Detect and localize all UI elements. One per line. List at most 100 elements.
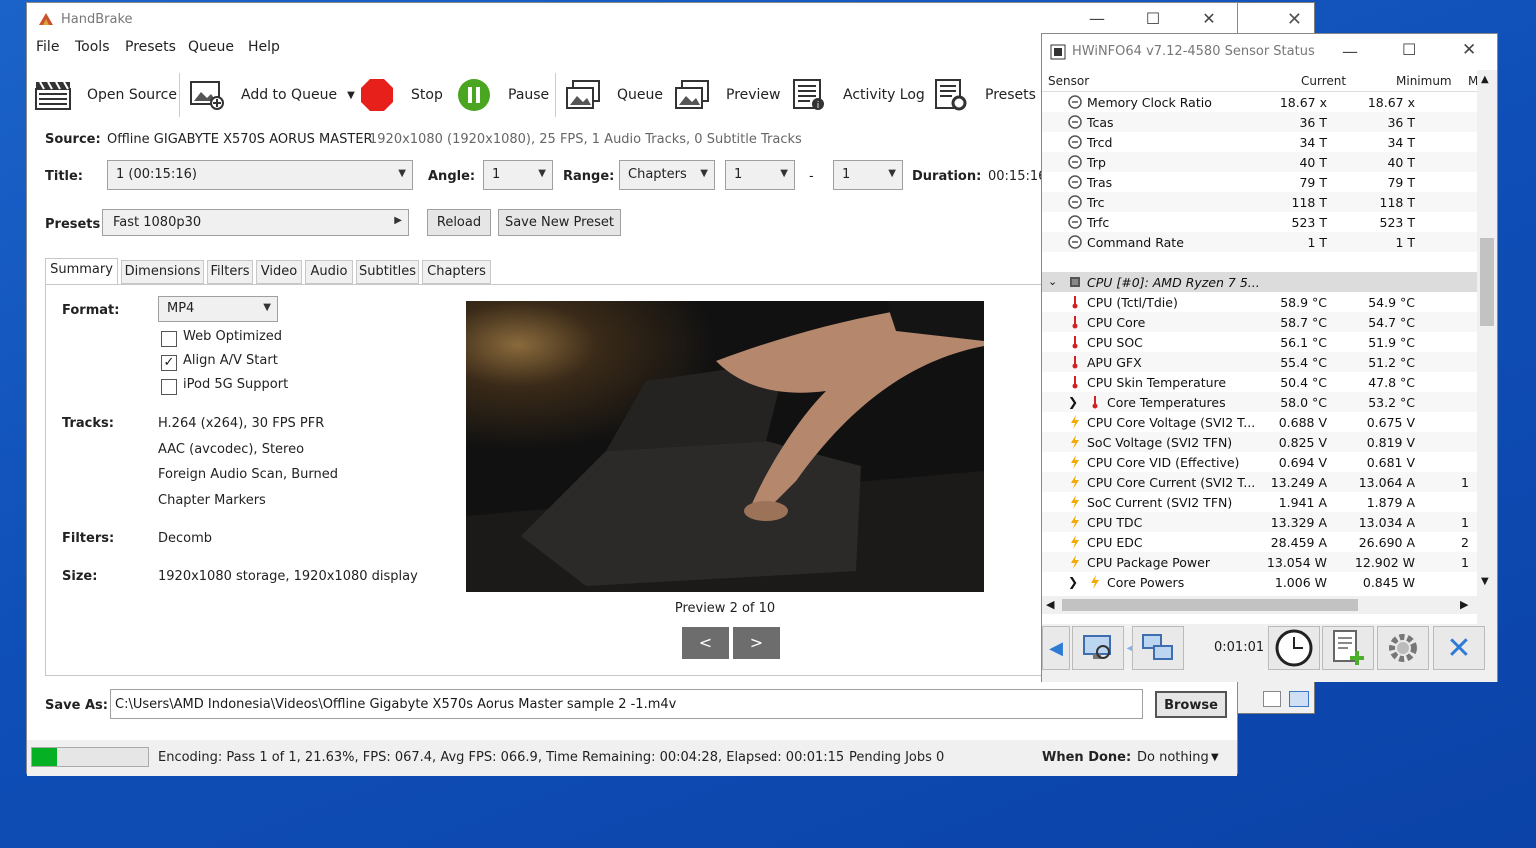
browse-button[interactable]: Browse <box>1155 691 1227 718</box>
sensor-row[interactable]: CPU Skin Temperature 50.4 °C 47.8 °C <box>1042 372 1477 392</box>
tab-audio[interactable]: Audio <box>305 260 353 284</box>
sensor-row[interactable]: Trc 118 T 118 T <box>1042 192 1477 212</box>
queue-button[interactable]: Queue <box>565 67 663 123</box>
sensor-row[interactable]: CPU EDC 28.459 A 26.690 A 2 <box>1042 532 1477 552</box>
reload-button[interactable]: Reload <box>427 209 491 236</box>
sensor-monitor-button[interactable] <box>1072 626 1124 670</box>
scroll-down-icon[interactable]: ▼ <box>1481 576 1489 587</box>
tab-video[interactable]: Video <box>256 260 302 284</box>
sensor-row[interactable]: Trcd 34 T 34 T <box>1042 132 1477 152</box>
sensor-row[interactable]: CPU Core VID (Effective) 0.694 V 0.681 V <box>1042 452 1477 472</box>
maximize-icon[interactable]: ☐ <box>1133 9 1173 28</box>
format-select[interactable]: MP4 ▼ <box>158 296 278 322</box>
menu-tools[interactable]: Tools <box>75 39 110 55</box>
clock-button[interactable] <box>1268 626 1320 670</box>
title-select[interactable]: 1 (00:15:16) ▼ <box>107 160 413 190</box>
align-av-checkbox[interactable]: ✓ <box>161 355 177 371</box>
minimize-icon[interactable]: — <box>1342 42 1358 61</box>
vertical-scrollbar[interactable]: ▲ ▼ <box>1477 70 1497 626</box>
status-bar: Encoding: Pass 1 of 1, 21.63%, FPS: 067.… <box>27 740 1237 776</box>
tab-dimensions[interactable]: Dimensions <box>121 260 204 284</box>
scroll-left-icon[interactable]: ◀ <box>1046 598 1054 611</box>
sensor-row[interactable]: Command Rate 1 T 1 T <box>1042 232 1477 252</box>
preview-button[interactable]: Preview <box>674 67 781 123</box>
range-start-select[interactable]: 1 ▼ <box>725 160 795 190</box>
menu-file[interactable]: File <box>36 39 59 55</box>
view-icons[interactable] <box>1261 689 1313 711</box>
detail-view-icon[interactable] <box>1289 691 1309 707</box>
stop-button[interactable]: Stop <box>359 67 443 123</box>
when-done-value[interactable]: Do nothing <box>1137 750 1209 765</box>
pause-button[interactable]: Pause <box>456 67 549 123</box>
tab-filters[interactable]: Filters <box>207 260 253 284</box>
save-new-preset-button[interactable]: Save New Preset <box>498 209 621 236</box>
range-end-select[interactable]: 1 ▼ <box>833 160 903 190</box>
close-icon[interactable]: ✕ <box>1462 40 1476 60</box>
column-current[interactable]: Current <box>1301 74 1346 88</box>
sensor-name: Command Rate <box>1087 235 1184 250</box>
sensor-row[interactable]: Trfc 523 T 523 T <box>1042 212 1477 232</box>
sensor-row[interactable]: CPU Package Power 13.054 W 12.902 W 1 <box>1042 552 1477 572</box>
network-button[interactable] <box>1132 626 1184 670</box>
sensor-row[interactable]: Tras 79 T 79 T <box>1042 172 1477 192</box>
close-icon[interactable]: ✕ <box>1189 9 1229 28</box>
sensor-row[interactable]: SoC Voltage (SVI2 TFN) 0.825 V 0.819 V <box>1042 432 1477 452</box>
sensor-row[interactable]: ❯ Core Temperatures 58.0 °C 53.2 °C <box>1042 392 1477 412</box>
sensor-row[interactable]: APU GFX 55.4 °C 51.2 °C <box>1042 352 1477 372</box>
expand-chevron-icon[interactable]: ❯ <box>1068 395 1082 409</box>
tab-subtitles[interactable]: Subtitles <box>356 260 419 284</box>
save-as-input[interactable]: C:\Users\AMD Indonesia\Videos\Offline Gi… <box>110 689 1143 719</box>
close-sensors-button[interactable]: ✕ <box>1433 626 1485 670</box>
sensor-row[interactable]: SoC Current (SVI2 TFN) 1.941 A 1.879 A <box>1042 492 1477 512</box>
minimize-icon[interactable]: — <box>1077 9 1117 28</box>
activity-log-button[interactable]: i Activity Log <box>791 67 925 123</box>
close-icon[interactable]: ✕ <box>1287 9 1302 30</box>
column-sensor[interactable]: Sensor <box>1048 74 1089 88</box>
expand-chevron-icon[interactable]: ❯ <box>1068 575 1082 589</box>
menu-help[interactable]: Help <box>248 39 280 55</box>
sensor-row[interactable]: Memory Clock Ratio 18.67 x 18.67 x <box>1042 92 1477 112</box>
next-preview-button[interactable]: > <box>733 627 780 659</box>
range-type-select[interactable]: Chapters ▼ <box>619 160 715 190</box>
prev-preview-button[interactable]: < <box>682 627 729 659</box>
sensor-row[interactable]: CPU Core Voltage (SVI2 T... 0.688 V 0.675 … <box>1042 412 1477 432</box>
sensor-name: CPU EDC <box>1087 535 1143 550</box>
chevron-down-icon[interactable]: ▼ <box>347 90 355 101</box>
presets-button[interactable]: Presets <box>933 67 1036 123</box>
menu-queue[interactable]: Queue <box>188 39 234 55</box>
chevron-down-icon[interactable]: ⌄ <box>1048 275 1062 289</box>
add-log-button[interactable] <box>1322 626 1374 670</box>
sensor-row[interactable]: CPU Core Current (SVI2 T... 13.249 A 13.06… <box>1042 472 1477 492</box>
horizontal-scrollbar[interactable]: ◀ ▶ <box>1042 596 1477 614</box>
sensor-row[interactable]: CPU SOC 56.1 °C 51.9 °C <box>1042 332 1477 352</box>
sensor-row[interactable]: CPU TDC 13.329 A 13.034 A 1 <box>1042 512 1477 532</box>
sensor-row[interactable]: Trp 40 T 40 T <box>1042 152 1477 172</box>
add-to-queue-button[interactable]: Add to Queue ▼ <box>189 67 355 123</box>
back-arrow-button[interactable]: ◀ <box>1042 626 1070 670</box>
sensor-row[interactable]: Tcas 36 T 36 T <box>1042 112 1477 132</box>
angle-select[interactable]: 1 ▼ <box>483 160 553 190</box>
sensor-name: CPU Core <box>1087 315 1146 330</box>
ipod-checkbox[interactable] <box>161 379 177 395</box>
maximize-icon[interactable]: ☐ <box>1402 40 1416 59</box>
sensor-row[interactable]: CPU Core 58.7 °C 54.7 °C <box>1042 312 1477 332</box>
column-minimum[interactable]: Minimum <box>1396 74 1452 88</box>
tab-chapters[interactable]: Chapters <box>422 260 491 284</box>
chevron-down-icon[interactable]: ▼ <box>1211 752 1219 763</box>
tab-summary[interactable]: Summary <box>45 258 118 285</box>
web-optimized-checkbox[interactable] <box>161 331 177 347</box>
scroll-up-icon[interactable]: ▲ <box>1481 74 1489 85</box>
hscroll-thumb[interactable] <box>1062 599 1358 611</box>
sensor-row[interactable]: ❯ Core Powers 1.006 W 0.845 W <box>1042 572 1477 592</box>
tracks-label: Tracks: <box>62 416 114 431</box>
sensor-row[interactable]: CPU (Tctl/Tdie) 58.9 °C 54.9 °C <box>1042 292 1477 312</box>
menu-presets[interactable]: Presets <box>125 39 176 55</box>
list-view-icon[interactable] <box>1263 691 1281 707</box>
scroll-thumb[interactable] <box>1480 238 1494 326</box>
scroll-right-icon[interactable]: ▶ <box>1460 598 1468 611</box>
preset-select[interactable]: Fast 1080p30 ▶ <box>102 209 409 236</box>
open-source-button[interactable]: Open Source <box>35 67 177 123</box>
sensor-group-header[interactable]: ⌄ CPU [#0]: AMD Ryzen 7 5... <box>1042 272 1477 292</box>
lightning-icon <box>1068 435 1082 449</box>
settings-button[interactable] <box>1377 626 1429 670</box>
